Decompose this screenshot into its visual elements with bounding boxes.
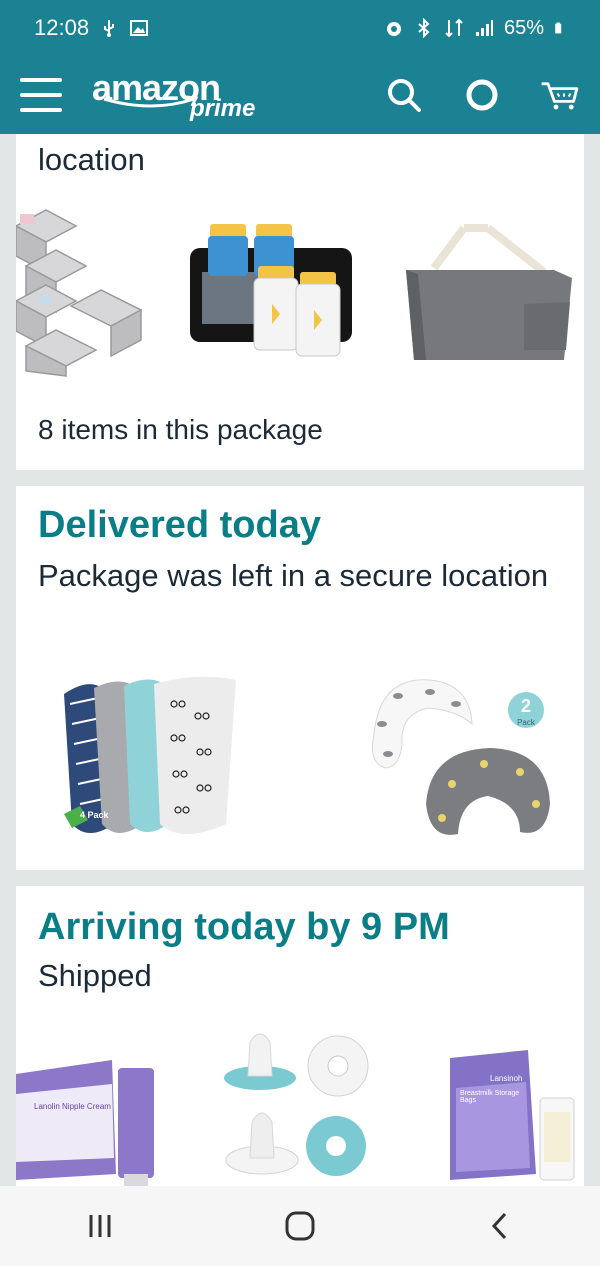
delivery-status-subtitle: Shipped [38, 958, 152, 993]
bags-product-name: Breastmilk Storage Bags [460, 1090, 520, 1104]
pillow-pack-count: 2 [520, 696, 531, 716]
cart-icon[interactable] [540, 75, 580, 115]
back-icon[interactable] [470, 1196, 530, 1256]
nipple-cream-image[interactable] [16, 1054, 156, 1186]
status-bar: 12:08 65% [0, 0, 600, 56]
package-card[interactable]: Delivered today Package was left in a se… [16, 486, 584, 870]
delivery-status-subtitle: Package was left in a secure location [38, 558, 549, 593]
gallery-icon [130, 20, 149, 36]
usb-icon [104, 20, 115, 37]
package-card[interactable]: Arriving today by 9 PM Shipped Lanolin N… [16, 886, 584, 1186]
bottle-cooler-bag-image[interactable] [188, 218, 358, 364]
alexa-icon[interactable] [462, 75, 502, 115]
status-right: 65% [384, 17, 566, 40]
swaddle-pack-badge: 4 Pack [80, 810, 109, 820]
app-header: amazon prime [0, 56, 600, 134]
pillow-pack-label: Pack [517, 718, 535, 727]
amazon-prime-logo[interactable]: amazon prime [92, 65, 262, 125]
alarm-icon [386, 22, 401, 36]
drawer-organizer-image[interactable] [16, 206, 146, 378]
package-card[interactable]: location 8 items in this package [16, 134, 584, 470]
delivery-status-title: Delivered today [38, 504, 321, 546]
package-item-count: 8 items in this package [38, 414, 323, 445]
cream-product-name: Lanolin Nipple Cream [34, 1102, 111, 1111]
orders-feed[interactable]: location 8 items in this package Deliver… [0, 134, 600, 1186]
recent-apps-icon[interactable] [70, 1196, 130, 1256]
search-icon[interactable] [384, 75, 424, 115]
status-left: 12:08 [34, 15, 149, 41]
signal-icon [475, 20, 493, 36]
pacifiers-image[interactable] [220, 1032, 374, 1186]
smile-arrow-icon [103, 95, 199, 108]
diaper-caddy-image[interactable] [404, 224, 576, 366]
menu-icon[interactable] [20, 78, 62, 112]
bluetooth-icon [418, 18, 430, 38]
battery-percent: 65% [503, 16, 544, 39]
prime-label: prime [190, 95, 256, 122]
home-icon[interactable] [270, 1196, 330, 1256]
system-nav-bar [0, 1186, 600, 1266]
cream-brand-label: Lansinoh [20, 1064, 49, 1071]
delivery-status-title: Arriving today by 9 PM [38, 906, 450, 948]
package-status-text: location [38, 142, 145, 177]
battery-icon [555, 22, 562, 34]
bags-brand-label: Lansinoh [490, 1074, 523, 1083]
header-actions [384, 75, 580, 115]
status-time: 12:08 [34, 15, 90, 40]
data-icon [445, 18, 463, 38]
breastmilk-storage-bags-image[interactable] [448, 1048, 578, 1184]
swaddle-blankets-image[interactable] [58, 674, 246, 846]
